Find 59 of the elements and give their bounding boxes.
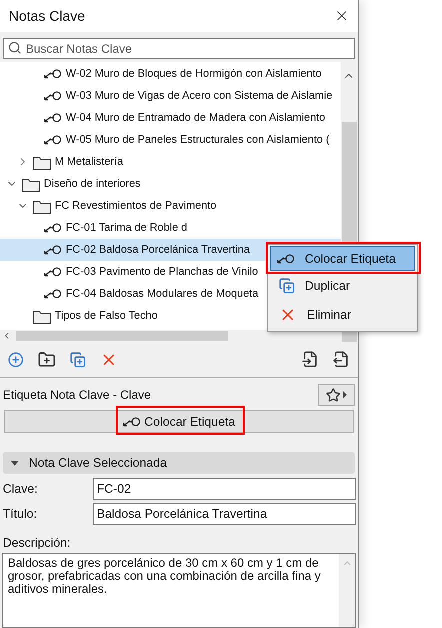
tree-label: W-05 Muro de Paneles Estructurales con Aislamiento ( — [66, 134, 330, 146]
duplicate-icon — [279, 278, 295, 294]
tree-label: FC-03 Pavimento de Planchas de Vinilo — [66, 266, 258, 278]
folder-icon — [22, 176, 40, 192]
section-label: Etiqueta Nota Clave - Clave — [3, 388, 152, 402]
field-label: Descripción: — [2, 535, 72, 552]
tree-label: W-03 Muro de Vigas de Acero con Sistema de Aislamie — [66, 90, 333, 102]
tag-icon — [44, 267, 62, 277]
tag-icon — [44, 289, 62, 299]
tree-label: Diseño de interiores — [44, 178, 141, 190]
tree-row[interactable]: FC Revestimientos de Pavimento — [0, 195, 341, 217]
tag-icon — [122, 416, 141, 426]
window-title: Notas Clave — [9, 8, 86, 24]
field-label: Título: — [3, 506, 38, 520]
input-field[interactable]: FC-02 — [93, 478, 356, 500]
tree-row[interactable]: W-04 Muro de Entramado de Madera con Aislamiento — [0, 107, 341, 129]
add-icon[interactable] — [8, 352, 24, 368]
menu-item[interactable]: Duplicar — [272, 273, 413, 298]
import-icon[interactable] — [302, 351, 319, 368]
tree-row[interactable]: M Metalistería — [0, 151, 341, 173]
tree-label: M Metalistería — [55, 156, 124, 168]
menu-item[interactable]: Colocar Etiqueta — [270, 246, 415, 271]
tree-row[interactable]: W-02 Muro de Bloques de Hormigón con Aislamiento — [0, 63, 341, 85]
tree-label: FC-02 Baldosa Porcelánica Travertina — [66, 244, 250, 256]
search-icon — [8, 41, 22, 55]
tag-icon — [44, 113, 62, 123]
tag-icon — [44, 69, 62, 79]
input-field[interactable]: Baldosa Porcelánica Travertina — [93, 502, 356, 524]
export-icon[interactable] — [333, 351, 350, 368]
tree-row[interactable]: FC-01 Tarima de Roble d — [0, 217, 341, 239]
tree-label: FC Revestimientos de Pavimento — [55, 200, 217, 212]
folder-icon — [33, 154, 51, 170]
tag-icon — [44, 223, 62, 233]
tree-row[interactable]: W-03 Muro de Vigas de Acero con Sistema de Aislamie — [0, 85, 341, 107]
tree-label: W-02 Muro de Bloques de Hormigón con Aislamiento — [66, 68, 322, 80]
tag-icon — [44, 91, 62, 101]
tree-label: FC-04 Baldosas Modulares de Moqueta — [66, 288, 259, 300]
favorites-button[interactable] — [318, 384, 355, 406]
tree-label: Tipos de Falso Techo — [55, 310, 158, 322]
new-folder-icon[interactable] — [38, 350, 56, 368]
tree-row[interactable]: W-05 Muro de Paneles Estructurales con Aislamiento ( — [0, 129, 341, 151]
star-icon — [326, 388, 341, 402]
horizontal-scrollbar[interactable] — [0, 330, 341, 342]
caret-icon — [343, 391, 347, 399]
tree-label: FC-01 Tarima de Roble d — [66, 222, 188, 234]
tree-row[interactable]: Diseño de interiores — [0, 173, 341, 195]
menu-item[interactable]: Eliminar — [272, 302, 413, 327]
description-field[interactable]: Baldosas de gres porcelánico de 30 cm x 60 cm y 1 cm de grosor, prefabricadas con una combinación de arcilla fina y aditivos minerales. — [2, 553, 356, 628]
folder-icon — [33, 198, 51, 214]
tag-icon — [44, 245, 62, 255]
duplicate-icon[interactable] — [70, 352, 86, 368]
section-header[interactable]: Nota Clave Seleccionada — [3, 452, 355, 474]
tag-icon — [44, 135, 62, 145]
folder-icon — [33, 308, 51, 324]
place-tag-button[interactable]: Colocar Etiqueta — [4, 410, 354, 433]
search-field[interactable]: Buscar Notas Clave — [3, 38, 355, 59]
field-label: Clave: — [3, 482, 39, 496]
tag-icon — [277, 254, 295, 264]
tree-label: W-04 Muro de Entramado de Madera con Aislamiento — [66, 112, 326, 124]
